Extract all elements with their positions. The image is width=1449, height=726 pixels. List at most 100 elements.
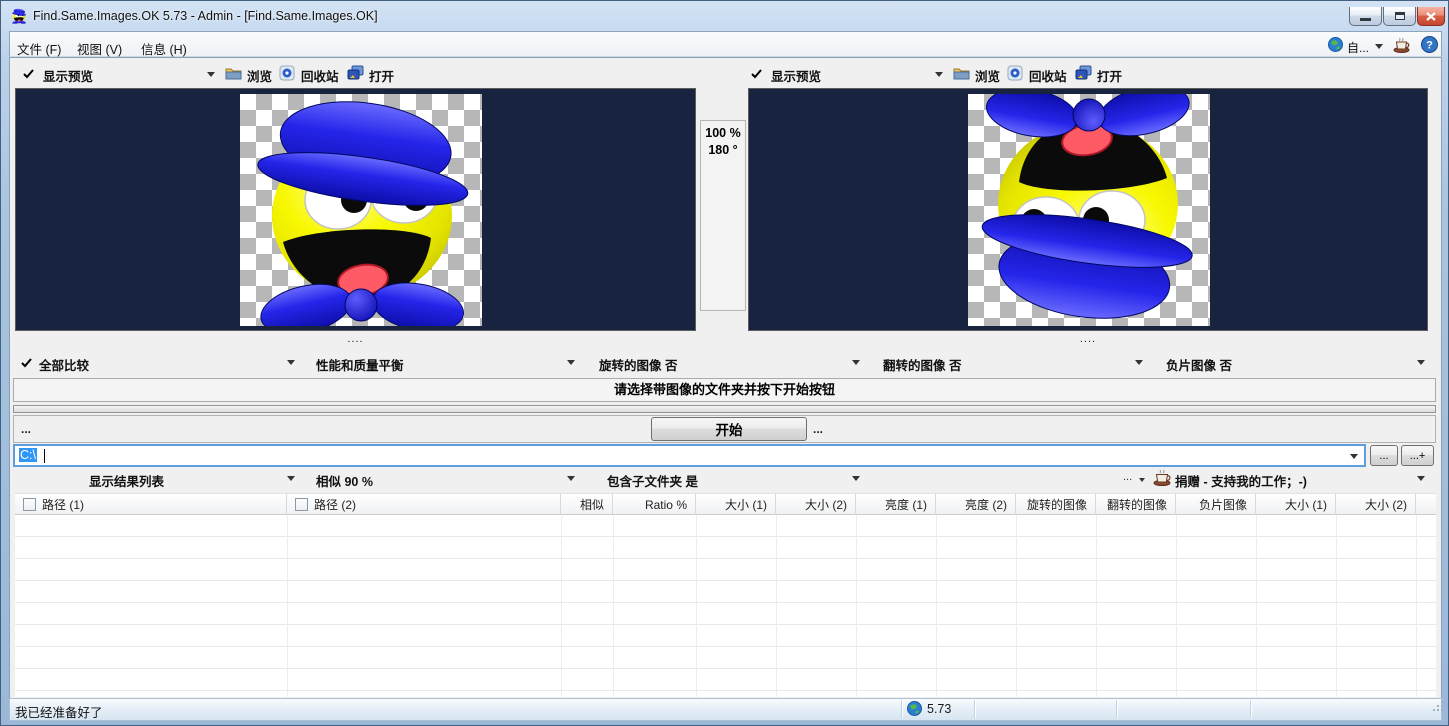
- grid-vline: [613, 515, 614, 697]
- compare-all-check-icon: [21, 358, 32, 368]
- negative-images-arrow-icon[interactable]: [1417, 360, 1425, 365]
- start-pre-dots: ...: [21, 422, 31, 436]
- instruction-message: 请选择带图像的文件夹并按下开始按钮: [13, 378, 1436, 402]
- close-button[interactable]: [1417, 7, 1445, 26]
- recycle-bin-icon-left[interactable]: [279, 65, 295, 84]
- grid-vline: [696, 515, 697, 697]
- negative-images-dropdown[interactable]: 负片图像 否: [1166, 355, 1232, 374]
- status-message: 我已经准备好了: [15, 702, 103, 721]
- column-header-dim2[interactable]: 大小 (2): [1336, 494, 1416, 515]
- more-options-dots[interactable]: ...: [1123, 471, 1132, 483]
- column-header-path2[interactable]: 路径 (2): [287, 494, 561, 515]
- donate-link[interactable]: 捐赠 - 支持我的工作；-): [1175, 471, 1307, 490]
- auto-menu[interactable]: 自...: [1347, 39, 1369, 56]
- path1-checkbox[interactable]: [23, 498, 36, 511]
- donate-cup-icon[interactable]: [1153, 469, 1171, 489]
- column-header-path1[interactable]: 路径 (1): [15, 494, 287, 515]
- compare-all-dropdown[interactable]: 全部比较: [39, 355, 89, 374]
- column-header-rotated[interactable]: 旋转的图像: [1016, 494, 1096, 515]
- maximize-icon: [1395, 12, 1405, 20]
- app-window: Find.Same.Images.OK 5.73 - Admin - [Find…: [0, 0, 1449, 726]
- rotated-images-dropdown[interactable]: 旋转的图像 否: [599, 355, 677, 374]
- menu-bar: [9, 31, 1442, 57]
- preview-pane-right: [748, 88, 1428, 331]
- results-row-arrow-icon[interactable]: [1417, 476, 1425, 481]
- start-button[interactable]: 开始: [651, 417, 807, 441]
- quality-arrow-icon[interactable]: [567, 360, 575, 365]
- recycle-bin-icon-right[interactable]: [1007, 65, 1023, 84]
- show-preview-arrow-icon-right[interactable]: [935, 72, 943, 77]
- browse-button-left[interactable]: 浏览: [247, 66, 272, 85]
- path-selected-text: C:\: [19, 448, 37, 462]
- status-separator: [1116, 700, 1117, 718]
- browse-path-button[interactable]: ...: [1370, 445, 1398, 466]
- close-icon: [1426, 12, 1436, 21]
- donate-coffee-icon[interactable]: [1393, 37, 1410, 56]
- compare-all-arrow-icon[interactable]: [287, 360, 295, 365]
- open-button-right[interactable]: 打开: [1097, 66, 1122, 85]
- open-icon-left[interactable]: [347, 65, 364, 84]
- path-combo-arrow-icon[interactable]: [1350, 454, 1358, 459]
- status-separator: [901, 700, 902, 718]
- status-separator: [974, 700, 975, 718]
- column-header-brightness2[interactable]: 亮度 (2): [936, 494, 1016, 515]
- column-header-dim1[interactable]: 大小 (1): [1256, 494, 1336, 515]
- browse-folder-icon-right[interactable]: [953, 66, 970, 83]
- path2-checkbox[interactable]: [295, 498, 308, 511]
- auto-menu-arrow-icon[interactable]: [1375, 44, 1383, 49]
- zoom-rotation-panel: 100 % 180 °: [700, 120, 746, 311]
- results-table-header: 路径 (1) 路径 (2) 相似 Ratio % 大小 (1) 大小 (2) 亮…: [15, 493, 1436, 515]
- show-results-arrow-icon[interactable]: [287, 476, 295, 481]
- add-path-button[interactable]: ...+: [1401, 445, 1434, 466]
- globe-icon[interactable]: [1328, 37, 1343, 55]
- folder-path-input[interactable]: C:\: [13, 444, 1366, 467]
- show-results-dropdown[interactable]: 显示结果列表: [89, 471, 164, 490]
- browse-button-right[interactable]: 浏览: [975, 66, 1000, 85]
- recycle-bin-button-right[interactable]: 回收站: [1029, 66, 1067, 85]
- svg-text:?: ?: [1426, 40, 1433, 52]
- grid-vline: [1176, 515, 1177, 697]
- rotation-angle: 180 °: [701, 142, 745, 159]
- column-header-brightness1[interactable]: 亮度 (1): [856, 494, 936, 515]
- show-preview-left[interactable]: 显示预览: [43, 66, 93, 85]
- help-icon[interactable]: ?: [1421, 36, 1438, 56]
- column-header-ratio[interactable]: Ratio %: [613, 494, 696, 515]
- zoom-level: 100 %: [701, 125, 745, 142]
- similarity-arrow-icon[interactable]: [567, 476, 575, 481]
- subfolders-arrow-icon[interactable]: [852, 476, 860, 481]
- minimize-button[interactable]: [1349, 7, 1382, 26]
- grid-vline: [936, 515, 937, 697]
- open-button-left[interactable]: 打开: [369, 66, 394, 85]
- resize-grip-icon[interactable]: [1432, 700, 1445, 716]
- status-globe-icon: [907, 701, 922, 719]
- preview-image-right[interactable]: [968, 94, 1210, 326]
- browse-folder-icon-left[interactable]: [225, 66, 242, 83]
- text-caret: [44, 449, 45, 463]
- image-caption-right: ....: [748, 333, 1428, 345]
- app-icon: [11, 8, 27, 24]
- show-preview-arrow-icon-left[interactable]: [207, 72, 215, 77]
- show-preview-right[interactable]: 显示预览: [771, 66, 821, 85]
- flipped-images-arrow-icon[interactable]: [1135, 360, 1143, 365]
- subfolders-dropdown[interactable]: 包含子文件夹 是: [607, 471, 698, 490]
- grid-vline: [776, 515, 777, 697]
- rotated-images-arrow-icon[interactable]: [852, 360, 860, 365]
- flipped-images-dropdown[interactable]: 翻转的图像 否: [883, 355, 961, 374]
- recycle-bin-button-left[interactable]: 回收站: [301, 66, 339, 85]
- preview-pane-left: [15, 88, 696, 331]
- column-header-negative[interactable]: 负片图像: [1176, 494, 1256, 515]
- column-header-size1[interactable]: 大小 (1): [696, 494, 776, 515]
- open-icon-right[interactable]: [1075, 65, 1092, 84]
- minimize-icon: [1360, 18, 1371, 21]
- window-title: Find.Same.Images.OK 5.73 - Admin - [Find…: [33, 9, 378, 23]
- preview-image-left[interactable]: [240, 94, 482, 326]
- quality-dropdown[interactable]: 性能和质量平衡: [316, 355, 404, 374]
- more-options-arrow-icon[interactable]: [1139, 478, 1145, 482]
- column-header-size2[interactable]: 大小 (2): [776, 494, 856, 515]
- column-header-similar[interactable]: 相似: [561, 494, 613, 515]
- grid-vline: [287, 515, 288, 697]
- similarity-dropdown[interactable]: 相似 90 %: [316, 471, 373, 490]
- results-table-body[interactable]: [15, 515, 1436, 697]
- column-header-flipped[interactable]: 翻转的图像: [1096, 494, 1176, 515]
- maximize-button[interactable]: [1383, 7, 1416, 26]
